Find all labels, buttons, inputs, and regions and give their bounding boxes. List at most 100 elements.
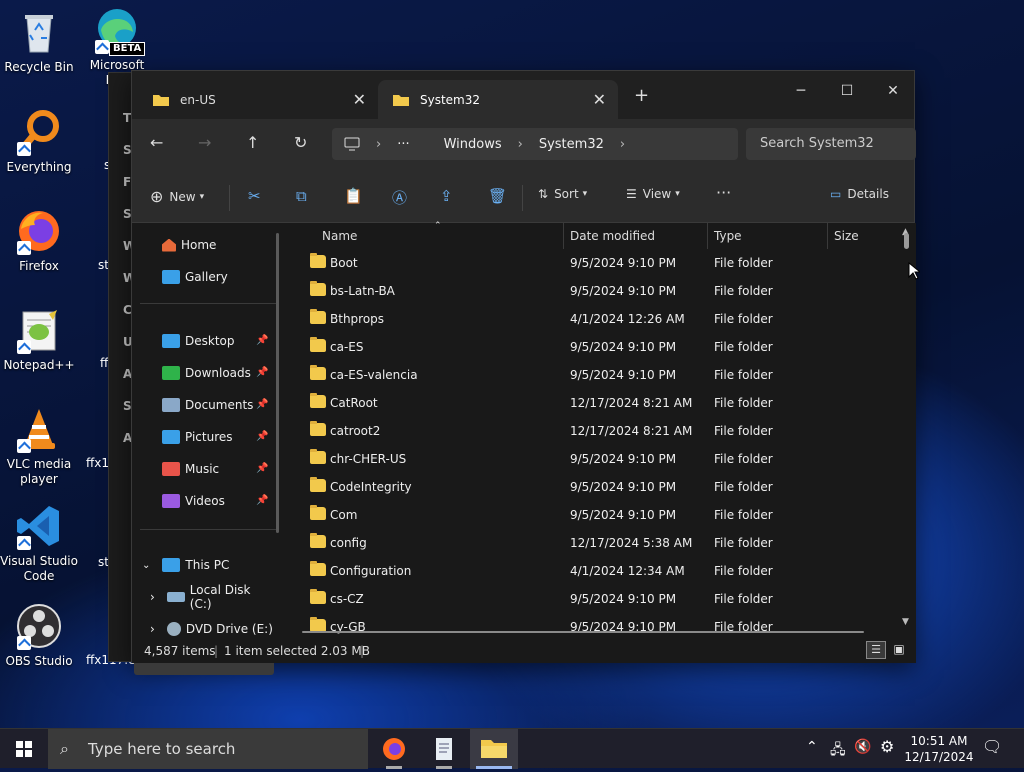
start-button[interactable] [0,729,48,769]
new-tab-button[interactable]: + [634,85,649,106]
pin-icon[interactable]: 📌 [256,495,268,506]
network-icon[interactable]: 🖧 [830,739,846,763]
desktop-icon-notepadpp[interactable]: Notepad++ [0,306,78,373]
breadcrumb[interactable]: › ··· Windows › System32 › [332,128,738,160]
file-date: 9/5/2024 9:10 PM [570,592,677,606]
table-row[interactable]: Com 9/5/2024 9:10 PM File folder [300,501,890,529]
refresh-icon[interactable]: ↻ [294,133,307,152]
nav-item-home[interactable]: Home [162,235,272,255]
table-row[interactable]: Configuration 4/1/2024 12:34 AM File folde… [300,557,890,585]
breadcrumb-item-system32[interactable]: System32 [539,137,604,152]
chevron-up-icon[interactable]: ⌃ [806,739,818,755]
volume-muted-icon[interactable]: 🔇 [854,739,871,755]
forward-arrow-icon[interactable]: → [198,133,211,152]
breadcrumb-more[interactable]: ··· [397,137,409,152]
desktop-icon-everything[interactable]: Everything [0,108,78,175]
chevron-right-icon: › [376,136,382,152]
desktop-icon-obs[interactable]: OBS Studio [0,602,78,669]
shortcut-arrow-icon [17,241,31,255]
pin-icon[interactable]: 📌 [256,335,268,346]
taskbar-app-file-explorer[interactable] [470,729,518,769]
details-button[interactable]: ▭ Details [830,187,889,201]
horizontal-scrollbar-thumb[interactable] [302,631,864,633]
gear-icon[interactable]: ⚙ [880,737,894,756]
maximize-button[interactable]: ☐ [824,77,870,105]
copy-icon[interactable]: ⧉ [296,187,307,205]
table-row[interactable]: Boot 9/5/2024 9:10 PM File folder [300,249,890,277]
nav-label: Videos [185,494,225,508]
more-options-button[interactable]: ··· [716,183,731,202]
file-date: 9/5/2024 9:10 PM [570,340,677,354]
breadcrumb-item-windows[interactable]: Windows [444,137,502,152]
pin-icon[interactable]: 📌 [256,367,268,378]
table-row[interactable]: config 12/17/2024 5:38 AM File folder [300,529,890,557]
column-divider[interactable] [827,223,828,249]
nav-item-local-disk[interactable]: › Local Disk (C:) [150,583,276,611]
up-arrow-icon[interactable]: ↑ [246,133,259,152]
column-header-size[interactable]: Size [834,229,859,243]
edge-icon: BETA [93,6,146,56]
navigation-pane: Home Gallery Desktop 📌 Downloads 📌 Documents… [132,223,288,675]
column-divider[interactable] [707,223,708,249]
pin-icon[interactable]: 📌 [256,431,268,442]
close-tab-icon[interactable]: ✕ [353,90,366,109]
nav-item-gallery[interactable]: Gallery [162,267,272,287]
column-divider[interactable] [563,223,564,249]
nav-scrollbar[interactable] [276,233,279,533]
tab-system32[interactable]: System32 ✕ [378,80,618,119]
clock[interactable]: 10:51 AM 12/17/2024 [904,733,974,765]
column-header-date[interactable]: Date modified [570,229,655,243]
notifications-icon[interactable]: 🗨 [982,737,1002,756]
tab-bar: en-US ✕ System32 ✕ + ─ ☐ ✕ [132,71,914,119]
nav-item-dvd-drive[interactable]: › DVD Drive (E:) [150,619,276,639]
search-input[interactable]: Search System32 [746,128,916,160]
view-button[interactable]: ☰ View ▾ [626,187,680,201]
file-date: 12/17/2024 8:21 AM [570,424,693,438]
cut-icon[interactable]: ✂ [248,187,261,205]
details-view-icon[interactable]: ☰ [866,641,886,659]
rename-icon[interactable]: Ⓐ [392,187,407,208]
table-row[interactable]: chr-CHER-US 9/5/2024 9:10 PM File folder [300,445,890,473]
file-type: File folder [714,284,773,298]
scroll-down-icon[interactable]: ▼ [902,617,909,627]
home-icon [162,238,176,252]
folder-icon [310,421,326,436]
nav-label: Gallery [185,270,228,284]
shortcut-arrow-icon [17,636,31,650]
pin-icon[interactable]: 📌 [256,399,268,410]
delete-icon[interactable]: 🗑 [488,187,507,205]
table-row[interactable]: Bthprops 4/1/2024 12:26 AM File folder [300,305,890,333]
column-header-name[interactable]: Name [322,229,357,243]
column-header-type[interactable]: Type [714,229,742,243]
vertical-scrollbar-thumb[interactable] [904,233,909,249]
paste-icon[interactable]: 📋 [344,187,363,205]
share-icon[interactable]: ⇪ [440,187,453,205]
table-row[interactable]: ca-ES 9/5/2024 9:10 PM File folder [300,333,890,361]
taskbar-app-notepad[interactable] [420,729,468,769]
minimize-button[interactable]: ─ [778,77,824,105]
table-row[interactable]: bs-Latn-BA 9/5/2024 9:10 PM File folder [300,277,890,305]
taskbar-app-firefox[interactable] [370,729,418,769]
taskbar-search-input[interactable]: ⌕ Type here to search [48,729,368,769]
close-tab-icon[interactable]: ✕ [593,90,606,109]
tiles-view-icon[interactable]: ▣ [890,641,908,659]
desktop-icon-vlc[interactable]: VLC media player [0,405,78,487]
column-header-row: Name ⌃ Date modified Type Size [290,221,916,249]
tab-en-us[interactable]: en-US ✕ [138,80,378,119]
table-row[interactable]: ca-ES-valencia 9/5/2024 9:10 PM File folde… [300,361,890,389]
pin-icon[interactable]: 📌 [256,463,268,474]
table-row[interactable]: CodeIntegrity 9/5/2024 9:10 PM File folder [300,473,890,501]
folder-icon [310,533,326,548]
desktop-icon-vscode[interactable]: Visual Studio Code [0,502,78,584]
table-row[interactable]: cs-CZ 9/5/2024 9:10 PM File folder [300,585,890,613]
table-row[interactable]: catroot2 12/17/2024 8:21 AM File folder [300,417,890,445]
desktop-icon-recycle-bin[interactable]: Recycle Bin [0,8,78,75]
new-button[interactable]: ⊕ New ▾ [150,187,204,206]
close-window-button[interactable]: ✕ [870,77,916,105]
shortcut-arrow-icon [95,40,109,54]
back-arrow-icon[interactable]: ← [150,133,163,152]
table-row[interactable]: CatRoot 12/17/2024 8:21 AM File folder [300,389,890,417]
desktop-icon-firefox[interactable]: Firefox [0,207,78,274]
nav-item-this-pc[interactable]: ⌄ This PC [142,555,252,575]
sort-button[interactable]: ⇅ Sort ▾ [538,187,587,201]
